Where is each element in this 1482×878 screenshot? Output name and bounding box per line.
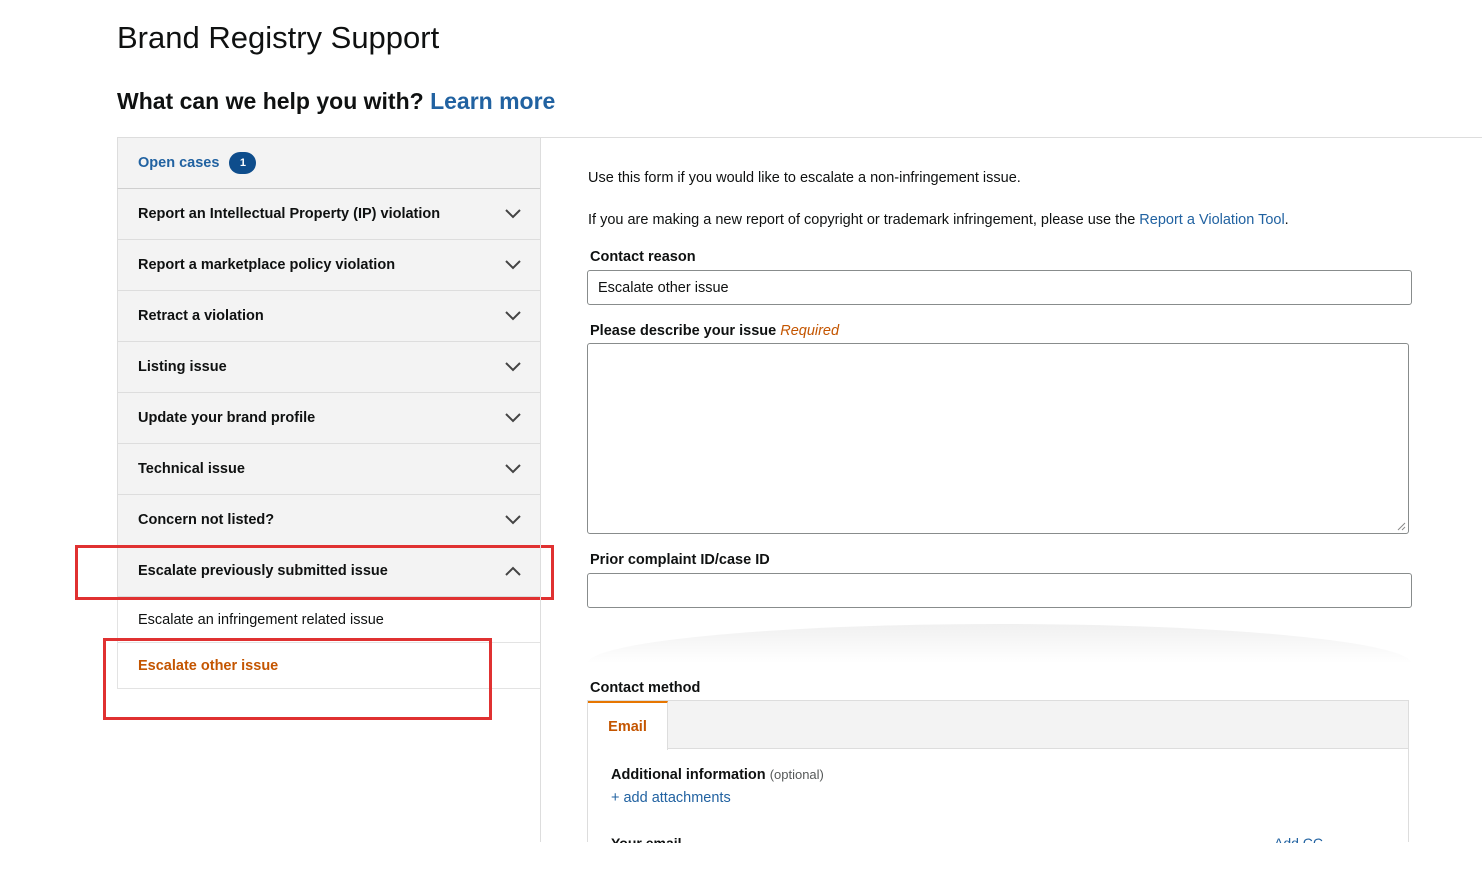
form-violation-note: If you are making a new report of copyri…: [588, 212, 1289, 228]
additional-info-text: Additional information: [611, 767, 766, 783]
form-panel-left-border: [540, 137, 541, 842]
report-violation-tool-link[interactable]: Report a Violation Tool: [1139, 212, 1284, 228]
add-attachments-link[interactable]: + add attachments: [611, 790, 731, 806]
sidebar-item-label: Escalate previously submitted issue: [138, 563, 388, 579]
issue-category-sidebar: Open cases 1 Report an Intellectual Prop…: [117, 137, 541, 689]
contact-reason-label: Contact reason: [590, 249, 696, 265]
describe-issue-label: Please describe your issue Required: [590, 323, 839, 339]
sidebar-item-label: Report an Intellectual Property (IP) vio…: [138, 206, 441, 222]
chevron-down-icon: [504, 256, 522, 274]
sidebar-item-listing-issue[interactable]: Listing issue: [117, 342, 541, 393]
chevron-down-icon: [504, 409, 522, 427]
optional-indicator: (optional): [769, 767, 824, 782]
your-email-label-cut: Your email: [611, 835, 682, 843]
sidebar-item-label: Concern not listed?: [138, 512, 275, 528]
help-heading: What can we help you with? Learn more: [117, 88, 555, 115]
contact-method-label: Contact method: [590, 680, 701, 696]
sidebar-item-technical-issue[interactable]: Technical issue: [117, 444, 541, 495]
sidebar-subitem-escalate-other[interactable]: Escalate other issue: [117, 643, 541, 689]
chevron-down-icon: [504, 460, 522, 478]
open-cases-count-badge: 1: [229, 152, 257, 174]
tab-email[interactable]: Email: [588, 701, 668, 750]
required-indicator: Required: [780, 323, 840, 339]
prior-id-label: Prior complaint ID/case ID: [590, 552, 770, 568]
open-cases-label[interactable]: Open cases: [138, 155, 219, 171]
prior-id-input[interactable]: [587, 573, 1412, 608]
sidebar-item-concern-not-listed[interactable]: Concern not listed?: [117, 495, 541, 546]
sidebar-item-escalate-previous[interactable]: Escalate previously submitted issue: [117, 546, 541, 597]
sidebar-item-ip-violation[interactable]: Report an Intellectual Property (IP) vio…: [117, 189, 541, 240]
chevron-down-icon: [504, 205, 522, 223]
sidebar-item-label: Retract a violation: [138, 308, 264, 324]
sidebar-item-retract-violation[interactable]: Retract a violation: [117, 291, 541, 342]
contact-reason-field[interactable]: Escalate other issue: [587, 270, 1412, 305]
describe-issue-label-text: Please describe your issue: [590, 323, 777, 339]
chevron-down-icon: [504, 358, 522, 376]
form-panel-top-border: [540, 137, 1482, 138]
resize-grip-icon[interactable]: [1396, 521, 1406, 531]
open-cases-group: Open cases 1: [138, 152, 257, 174]
sidebar-open-cases[interactable]: Open cases 1: [117, 137, 541, 189]
additional-info-label: Additional information (optional): [611, 767, 824, 783]
violation-note-suffix: .: [1284, 212, 1289, 228]
violation-note-prefix: If you are making a new report of copyri…: [588, 212, 1140, 228]
sidebar-item-label: Report a marketplace policy violation: [138, 257, 396, 273]
sidebar-item-marketplace-policy[interactable]: Report a marketplace policy violation: [117, 240, 541, 291]
sidebar-item-label: Listing issue: [138, 359, 227, 375]
learn-more-link[interactable]: Learn more: [430, 88, 555, 114]
contact-method-tabs: Email Additional information (optional) …: [587, 700, 1409, 843]
help-heading-text: What can we help you with?: [117, 88, 424, 114]
tab-strip: [588, 701, 1408, 749]
sidebar-item-label: Technical issue: [138, 461, 245, 477]
chevron-down-icon: [504, 307, 522, 325]
section-divider: [587, 624, 1412, 664]
describe-issue-textarea[interactable]: [587, 343, 1409, 534]
contact-reason-value: Escalate other issue: [598, 279, 729, 296]
sidebar-item-brand-profile[interactable]: Update your brand profile: [117, 393, 541, 444]
form-intro-text: Use this form if you would like to escal…: [588, 170, 1021, 186]
chevron-down-icon: [504, 511, 522, 529]
sidebar-subitem-escalate-infringement[interactable]: Escalate an infringement related issue: [117, 597, 541, 643]
sidebar-item-label: Update your brand profile: [138, 410, 316, 426]
page-title: Brand Registry Support: [117, 20, 440, 55]
add-cc-link-cut[interactable]: Add CC: [1274, 833, 1323, 843]
chevron-up-icon: [504, 562, 522, 580]
